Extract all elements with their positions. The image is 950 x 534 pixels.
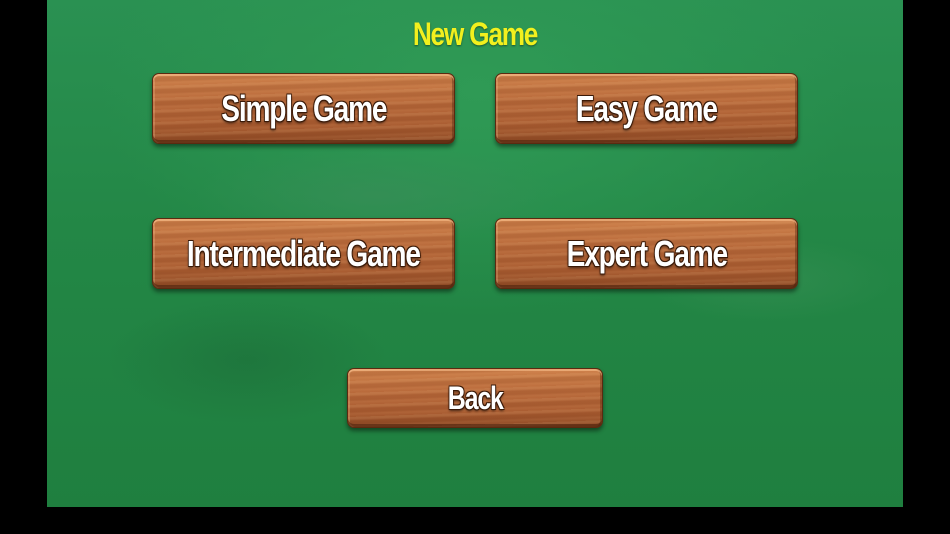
intermediate-game-label: Intermediate Game [187, 232, 421, 274]
screen-title: New Game [412, 16, 539, 52]
expert-game-label: Expert Game [566, 232, 728, 274]
back-button[interactable]: Back [347, 368, 603, 428]
expert-game-button[interactable]: Expert Game [495, 218, 798, 289]
simple-game-button[interactable]: Simple Game [152, 73, 455, 144]
simple-game-label: Simple Game [220, 87, 387, 129]
easy-game-label: Easy Game [576, 87, 718, 129]
back-label: Back [447, 379, 504, 416]
game-screen: New Game Simple Game Easy Game Intermedi… [0, 0, 950, 534]
intermediate-game-button[interactable]: Intermediate Game [152, 218, 455, 289]
easy-game-button[interactable]: Easy Game [495, 73, 798, 144]
